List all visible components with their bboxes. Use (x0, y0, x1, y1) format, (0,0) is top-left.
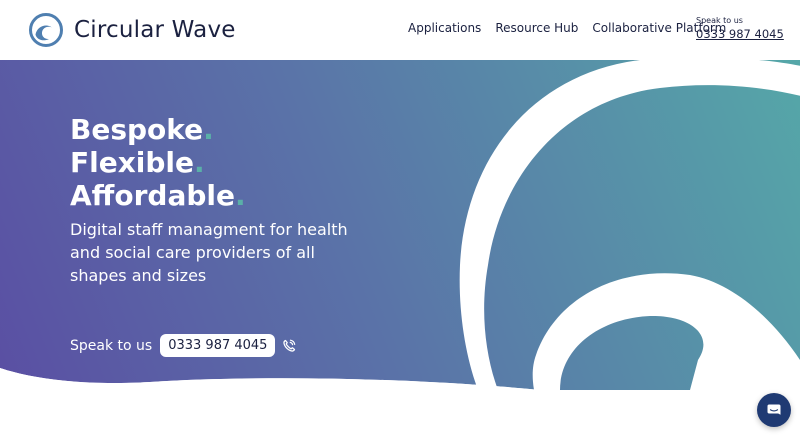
tagline-line-flexible: Flexible. (70, 146, 370, 179)
chat-bubble-icon (767, 404, 781, 415)
phone-ringing-icon[interactable] (281, 338, 297, 354)
hero-subtitle: Digital staff managment for health and s… (70, 220, 348, 285)
tagline-word: Bespoke (70, 113, 204, 146)
site-header: Circular Wave Applications Resource Hub … (0, 0, 800, 60)
tagline-dot: . (203, 113, 214, 146)
main-nav: Applications Resource Hub Collaborative … (408, 21, 726, 35)
hero-section: Bespoke. Flexible. Affordable. Digital s… (0, 60, 800, 390)
contact-phone-link[interactable]: 0333 987 4045 (696, 27, 784, 41)
tagline-word: Flexible (70, 146, 195, 179)
brand-name: Circular Wave (74, 17, 236, 43)
nav-item-resource-hub[interactable]: Resource Hub (495, 21, 578, 35)
tagline-dot: . (194, 146, 205, 179)
chat-launcher-button[interactable] (757, 393, 791, 427)
header-contact: Speak to us 0333 987 4045 (696, 16, 784, 41)
hero-cta: Speak to us 0333 987 4045 (70, 334, 297, 357)
tagline-dot: . (234, 179, 246, 212)
nav-item-applications[interactable]: Applications (408, 21, 481, 35)
tagline-word: Affordable (70, 179, 235, 212)
wave-circle-icon (29, 13, 63, 47)
tagline-line-affordable: Affordable. (70, 179, 370, 212)
cta-phone-button[interactable]: 0333 987 4045 (160, 334, 276, 357)
brand-logo[interactable]: Circular Wave (28, 12, 236, 48)
cta-label: Speak to us (70, 337, 153, 354)
tagline-line-bespoke: Bespoke. (70, 113, 370, 146)
hero-content: Bespoke. Flexible. Affordable. Digital s… (70, 113, 370, 287)
hero-tagline: Bespoke. Flexible. Affordable. (70, 113, 370, 212)
contact-label: Speak to us (696, 16, 743, 25)
